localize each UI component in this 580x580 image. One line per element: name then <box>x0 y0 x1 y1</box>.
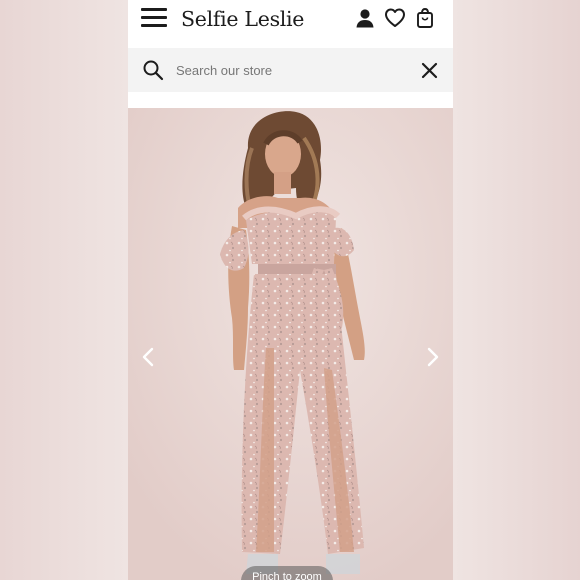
close-icon[interactable] <box>421 62 438 79</box>
heart-icon[interactable] <box>384 7 406 29</box>
product-image-gallery[interactable]: Pinch to zoom <box>128 108 453 580</box>
next-image-chevron-right-icon[interactable] <box>421 346 443 368</box>
account-icon[interactable] <box>354 7 376 29</box>
search-icon[interactable] <box>142 59 164 81</box>
brand-logo[interactable]: Selfie Leslie <box>181 4 304 34</box>
search-bar <box>128 48 453 92</box>
site-header: Selfie Leslie <box>128 0 453 48</box>
menu-icon[interactable] <box>141 8 167 28</box>
search-input[interactable] <box>176 58 406 82</box>
previous-image-chevron-left-icon[interactable] <box>138 346 160 368</box>
product-photo <box>128 108 453 580</box>
shopping-bag-icon[interactable] <box>414 7 436 29</box>
pinch-to-zoom-hint: Pinch to zoom <box>241 566 333 580</box>
mobile-screen: Selfie Leslie Search our store Pinch to … <box>128 0 453 580</box>
spacer <box>128 92 453 108</box>
